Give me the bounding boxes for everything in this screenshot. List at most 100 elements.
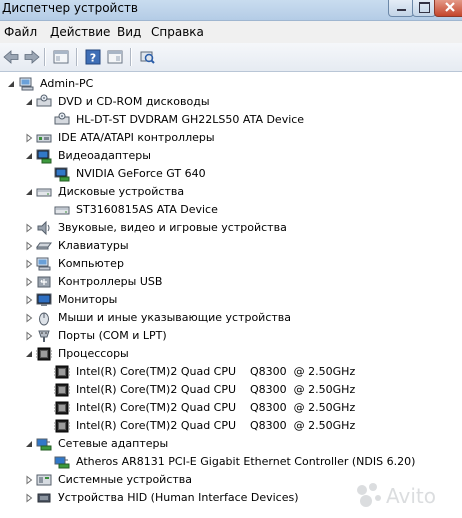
- console-icon[interactable]: [106, 48, 124, 66]
- tree-category[interactable]: DVD и CD-ROM дисководы: [0, 93, 462, 111]
- svg-text:?: ?: [90, 52, 96, 65]
- hard-disk-icon: [54, 206, 70, 215]
- tree-item-label: Порты (COM и LPT): [58, 329, 167, 342]
- tree-item-label: Intel(R) Core(TM)2 Quad CPU Q8300 @ 2.50…: [76, 383, 356, 396]
- toolbar-separator: [130, 48, 132, 66]
- tree-item-label: Мыши и иные указывающие устройства: [58, 311, 292, 324]
- collapsed-triangle-icon[interactable]: [24, 133, 34, 143]
- collapsed-triangle-icon[interactable]: [24, 277, 34, 287]
- tree-category[interactable]: Звуковые, видео и игровые устройства: [0, 219, 462, 237]
- menu-action[interactable]: Действие: [50, 25, 110, 39]
- collapsed-triangle-icon[interactable]: [24, 475, 34, 485]
- expanded-triangle-icon[interactable]: [24, 151, 34, 161]
- menu-view[interactable]: Вид: [117, 25, 141, 39]
- forward-arrow-icon[interactable]: [23, 48, 41, 66]
- tree-item-label: Процессоры: [58, 347, 129, 360]
- tree-item-label: Мониторы: [58, 293, 118, 306]
- tree-category[interactable]: Процессоры: [0, 345, 462, 363]
- tree-category[interactable]: Мыши и иные указывающие устройства: [0, 309, 462, 327]
- tree-item-label: NVIDIA GeForce GT 640: [76, 167, 206, 180]
- watermark-text: Avito: [386, 484, 436, 508]
- tree-category[interactable]: Порты (COM и LPT): [0, 327, 462, 345]
- tree-item-label: IDE ATA/ATAPI контроллеры: [58, 131, 215, 144]
- tree-item-label: DVD и CD-ROM дисководы: [58, 95, 210, 108]
- toolbar-separator: [76, 48, 78, 66]
- display-adapter-icon: [54, 167, 70, 182]
- properties-view-icon[interactable]: [52, 48, 70, 66]
- keyboard-icon: [36, 242, 52, 250]
- collapsed-triangle-icon[interactable]: [24, 223, 34, 233]
- tree-root-label: Admin-PC: [40, 77, 94, 90]
- scan-hardware-icon[interactable]: [138, 48, 156, 66]
- menu-help[interactable]: Справка: [151, 25, 204, 39]
- processor-icon: [36, 347, 52, 361]
- tree-category[interactable]: Мониторы: [0, 291, 462, 309]
- menu-file[interactable]: Файл: [4, 25, 37, 39]
- processor-icon: [54, 419, 70, 433]
- title-bar: Диспетчер устройств: [0, 0, 462, 21]
- tree-item-label: Устройства HID (Human Interface Devices): [58, 491, 299, 504]
- menu-bar: Файл Действие Вид Справка: [0, 21, 462, 44]
- processor-icon: [54, 365, 70, 379]
- collapsed-triangle-icon[interactable]: [24, 295, 34, 305]
- maximize-button[interactable]: [412, 0, 436, 17]
- mouse-icon: [39, 312, 49, 326]
- tree-item-label: Звуковые, видео и игровые устройства: [58, 221, 287, 234]
- tree-device[interactable]: HL-DT-ST DVDRAM GH22LS50 ATA Device: [0, 111, 462, 129]
- expanded-triangle-icon[interactable]: [6, 79, 16, 89]
- tree-category[interactable]: Клавиатуры: [0, 237, 462, 255]
- processor-icon: [54, 401, 70, 415]
- back-arrow-icon[interactable]: [2, 48, 20, 66]
- expanded-triangle-icon[interactable]: [24, 349, 34, 359]
- tree-item-label: HL-DT-ST DVDRAM GH22LS50 ATA Device: [76, 113, 305, 126]
- toolbar: ?: [0, 43, 462, 72]
- expanded-triangle-icon[interactable]: [24, 97, 34, 107]
- avito-watermark: Avito: [357, 483, 436, 508]
- tree-item-label: Дисковые устройства: [58, 185, 185, 198]
- display-adapter-icon: [36, 149, 52, 164]
- expanded-triangle-icon[interactable]: [24, 439, 34, 449]
- collapsed-triangle-icon[interactable]: [24, 259, 34, 269]
- tree-item-label: Видеоадаптеры: [58, 149, 151, 162]
- maximize-icon: [419, 2, 430, 13]
- device-tree: Admin-PC DVD и CD-ROM дисководы HL-DT-ST …: [0, 72, 462, 518]
- dvd-drive-icon: [36, 94, 52, 107]
- expanded-triangle-icon[interactable]: [24, 187, 34, 197]
- tree-item-label: Системные устройства: [58, 473, 192, 486]
- tree-item-label: Intel(R) Core(TM)2 Quad CPU Q8300 @ 2.50…: [76, 365, 356, 378]
- minimize-button[interactable]: [388, 0, 414, 17]
- tree-item-label: Контроллеры USB: [58, 275, 163, 288]
- tree-category[interactable]: Контроллеры USB: [0, 273, 462, 291]
- port-icon: [38, 330, 50, 342]
- close-button[interactable]: [434, 0, 462, 17]
- tree-category[interactable]: Сетевые адаптеры: [0, 435, 462, 453]
- tree-category[interactable]: Дисковые устройства: [0, 183, 462, 201]
- tree-root[interactable]: Admin-PC: [0, 75, 462, 93]
- tree-category[interactable]: Компьютер: [0, 255, 462, 273]
- help-icon[interactable]: ?: [84, 48, 102, 66]
- collapsed-triangle-icon[interactable]: [24, 331, 34, 341]
- tree-device[interactable]: Intel(R) Core(TM)2 Quad CPU Q8300 @ 2.50…: [0, 381, 462, 399]
- hard-disk-icon: [36, 188, 52, 197]
- tree-device[interactable]: Intel(R) Core(TM)2 Quad CPU Q8300 @ 2.50…: [0, 399, 462, 417]
- tree-item-label: Компьютер: [58, 257, 124, 270]
- tree-category[interactable]: Видеоадаптеры: [0, 147, 462, 165]
- tree-category[interactable]: IDE ATA/ATAPI контроллеры: [0, 129, 462, 147]
- tree-item-label: Atheros AR8131 PCI-E Gigabit Ethernet Co…: [76, 455, 416, 468]
- tree-device[interactable]: NVIDIA GeForce GT 640: [0, 165, 462, 183]
- tree-item-label: Intel(R) Core(TM)2 Quad CPU Q8300 @ 2.50…: [76, 401, 356, 414]
- tree-device[interactable]: Intel(R) Core(TM)2 Quad CPU Q8300 @ 2.50…: [0, 417, 462, 435]
- ide-controller-icon: [36, 134, 52, 143]
- collapsed-triangle-icon[interactable]: [24, 313, 34, 323]
- tree-item-label: Intel(R) Core(TM)2 Quad CPU Q8300 @ 2.50…: [76, 419, 356, 432]
- tree-device[interactable]: Atheros AR8131 PCI-E Gigabit Ethernet Co…: [0, 453, 462, 471]
- toolbar-separator: [44, 48, 46, 66]
- system-devices-icon: [36, 474, 52, 486]
- tree-device[interactable]: Intel(R) Core(TM)2 Quad CPU Q8300 @ 2.50…: [0, 363, 462, 381]
- collapsed-triangle-icon[interactable]: [24, 241, 34, 251]
- minimize-icon: [397, 9, 406, 11]
- tree-item-label: ST3160815AS ATA Device: [76, 203, 218, 216]
- collapsed-triangle-icon[interactable]: [24, 493, 34, 503]
- tree-device[interactable]: ST3160815AS ATA Device: [0, 201, 462, 219]
- sound-icon: [37, 220, 50, 236]
